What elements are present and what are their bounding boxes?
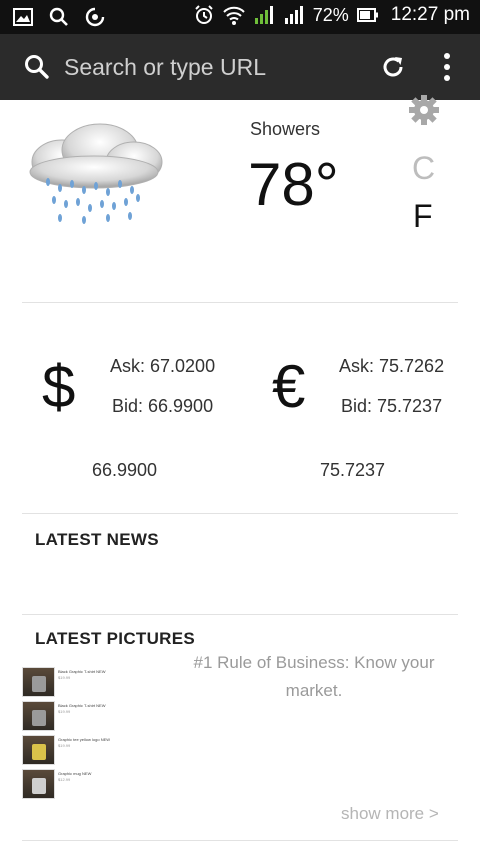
show-more-link[interactable]: show more > [341,804,439,824]
eur-value: 75.7237 [320,460,386,480]
usd-symbol: $ [42,353,76,420]
signal-sim1-icon [254,6,273,24]
status-right-icons: 72% 12:27 pm [193,4,470,26]
weather-condition: Showers [250,119,321,139]
section-divider [22,513,458,514]
weather-temperature: 78° [248,151,339,218]
list-item[interactable]: Graphic mug NEW $12.99 [20,767,180,801]
usd-bid: Bid: 66.9900 [112,396,214,416]
product-price: $19.99 [58,675,71,680]
battery-percent: 72% [312,4,349,25]
search-notification-icon [49,7,68,26]
image-notification-icon [13,8,33,26]
status-left-icons [12,6,106,28]
list-item[interactable]: Black Graphic T-shirt NEW $19.99 [20,665,180,699]
reload-icon[interactable] [380,54,406,80]
status-time: 12:27 pm [390,4,470,25]
eur-symbol: € [272,353,306,420]
section-divider [22,840,458,841]
product-thumbnail[interactable] [22,701,55,731]
wifi-icon [223,6,245,25]
pictures-list: Black Graphic T-shirt NEW $19.99 Black G… [20,665,180,801]
eur-bid: Bid: 75.7237 [341,396,443,416]
usd-value: 66.9900 [92,460,158,480]
overflow-menu-icon[interactable] [440,52,454,82]
product-thumbnail[interactable] [22,735,55,765]
sync-notification-icon [85,7,105,27]
unit-celsius-toggle[interactable]: C [412,150,435,187]
product-price: $19.99 [58,743,71,748]
signal-sim2-icon [284,6,303,24]
unit-fahrenheit-toggle[interactable]: F [413,198,433,235]
product-thumbnail[interactable] [22,769,55,799]
status-bar: 72% 12:27 pm [0,0,480,34]
latest-pictures-title: LATEST PICTURES [35,629,196,648]
section-divider [22,302,458,303]
rain-cloud-icon [29,123,163,224]
usd-ask: Ask: 67.0200 [110,356,216,376]
product-price: $19.99 [58,709,71,714]
alarm-icon [195,5,213,24]
battery-icon [356,8,378,22]
list-item[interactable]: Graphic tee yellow logo NEW $19.99 [20,733,180,767]
url-input[interactable]: Search or type URL [64,54,266,81]
section-divider [22,614,458,615]
latest-news-title: LATEST NEWS [35,530,159,549]
search-icon[interactable] [24,54,50,80]
product-thumbnail[interactable] [22,667,55,697]
product-price: $12.99 [58,777,71,782]
eur-ask: Ask: 75.7262 [339,356,445,376]
business-quote: #1 Rule of Business: Know your market. [193,653,435,700]
settings-gear-icon[interactable] [406,92,442,128]
browser-toolbar: Search or type URL [0,34,480,100]
list-item[interactable]: Black Graphic T-shirt NEW $19.99 [20,699,180,733]
